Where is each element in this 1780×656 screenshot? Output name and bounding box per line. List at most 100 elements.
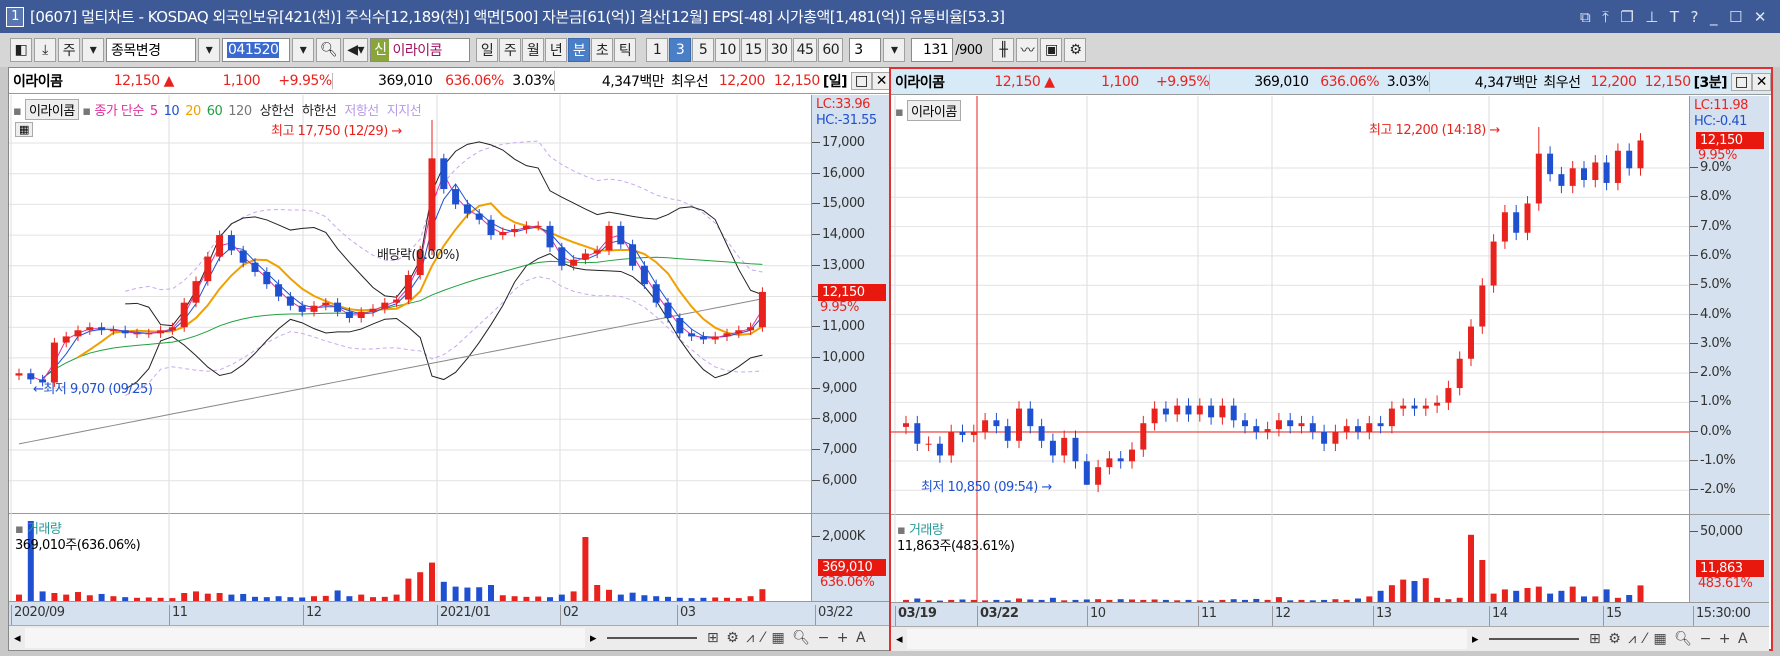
period-button[interactable]: 초 — [591, 38, 614, 62]
zoom-fit-icon[interactable]: ⊞ — [1589, 631, 1601, 647]
chevron-down-icon[interactable]: ▾ — [198, 38, 220, 62]
scroll-left-icon[interactable]: ◂ — [891, 632, 907, 647]
stock-code-input[interactable]: 041520 — [222, 38, 290, 62]
layout-icon[interactable]: ◧ — [10, 38, 32, 62]
pin-top-icon[interactable]: ⤒ — [1602, 8, 1609, 26]
auto-scale-icon[interactable]: A — [856, 630, 866, 646]
zoom-in-icon[interactable]: + — [1719, 631, 1731, 647]
chevron-down-icon[interactable]: ▾ — [82, 38, 104, 62]
interval-button[interactable]: 5 — [692, 38, 715, 62]
stock-name-field[interactable]: 신 이라이콤 — [370, 38, 471, 62]
legend-stock-name[interactable]: 이라이콤 — [24, 99, 79, 120]
legend-ma-period[interactable]: 10 — [164, 104, 180, 119]
market-select[interactable]: 주 — [58, 38, 80, 62]
maximize-pane-icon[interactable]: □ — [851, 71, 872, 90]
zoom-out-icon[interactable]: − — [818, 630, 830, 646]
period-button[interactable]: 주 — [499, 38, 522, 62]
period-button[interactable]: 월 — [522, 38, 545, 62]
gear-icon[interactable]: ⚙ — [1064, 38, 1087, 62]
zoom-slider[interactable] — [1489, 638, 1579, 640]
stock-change-select[interactable]: 종목변경 — [106, 38, 196, 62]
magnifier-icon[interactable]: 🔍︎ — [1674, 631, 1692, 647]
pin-icon[interactable]: ⊥ — [1645, 8, 1658, 26]
interval-button[interactable]: 10 — [715, 38, 740, 62]
zoom-slider[interactable] — [607, 637, 697, 639]
chevron-down-icon[interactable]: ▾ — [292, 38, 314, 62]
legend-ma-period[interactable]: 20 — [185, 104, 201, 119]
copy-icon[interactable]: ❐ — [1620, 8, 1633, 26]
volume-bar — [429, 562, 435, 601]
zoom-in-icon[interactable]: + — [837, 630, 849, 646]
draw-icon[interactable]: ⁄ — [762, 630, 764, 646]
scroll-right-icon[interactable]: ▸ — [585, 631, 601, 646]
period-button[interactable]: 분 — [568, 38, 591, 62]
close-pane-icon[interactable]: ✕ — [1751, 72, 1771, 91]
legend-ma-period[interactable]: 5 — [150, 104, 158, 119]
price-chart[interactable] — [891, 96, 1689, 514]
legend-resist[interactable]: 저항선 — [344, 104, 379, 119]
volume-chart[interactable] — [891, 514, 1689, 602]
zoom-out-icon[interactable]: − — [1700, 631, 1712, 647]
draw-icon[interactable]: ⁄ — [1644, 631, 1646, 647]
period-button[interactable]: 틱 — [614, 38, 637, 62]
current-rate-tag: 9.95% — [820, 299, 859, 315]
candle-body — [581, 253, 589, 260]
speaker-icon[interactable]: ◀▾ — [343, 38, 369, 62]
interval-button[interactable]: 45 — [792, 38, 818, 62]
count-combo[interactable]: 3 — [849, 38, 882, 62]
legend-ma-period[interactable]: 120 — [228, 104, 252, 119]
candle-add-icon[interactable]: ╫ — [992, 38, 1015, 62]
candle-body — [1637, 140, 1644, 169]
indicator-icon[interactable]: ⩘ — [1628, 631, 1636, 647]
gear-icon[interactable]: ⚙ — [726, 630, 739, 646]
chart-scrollbar[interactable]: ◂ ▸ ⊞ ⚙ ⩘ ⁄ ▦ 🔍︎ − + A — [9, 625, 891, 650]
interval-button[interactable]: 3 — [669, 38, 692, 62]
candle-body — [1242, 420, 1248, 427]
indicator-icon[interactable]: ⩘ — [746, 630, 754, 646]
chart-scrollbar[interactable]: ◂ ▸ ⊞ ⚙ ⩘ ⁄ ▦ 🔍︎ − + A — [891, 626, 1769, 651]
y-tick-label: 1.0% — [1690, 394, 1732, 409]
restore-icon[interactable]: ⧉ — [1580, 8, 1591, 26]
scroll-right-icon[interactable]: ▸ — [1467, 632, 1483, 647]
price-chart[interactable] — [9, 95, 811, 513]
interval-button[interactable]: 30 — [766, 38, 792, 62]
interval-button[interactable]: 15 — [740, 38, 766, 62]
scroll-left-icon[interactable]: ◂ — [9, 631, 25, 646]
indicator-add-icon[interactable]: 〰 — [1016, 38, 1039, 62]
scroll-track[interactable] — [907, 629, 1467, 649]
auto-scale-icon[interactable]: A — [1738, 631, 1748, 647]
maximize-icon[interactable]: ☐ — [1729, 8, 1742, 26]
candle-body — [1264, 429, 1271, 432]
help-icon[interactable]: ? — [1691, 8, 1699, 26]
period-button[interactable]: 일 — [476, 38, 499, 62]
price-axis[interactable]: LC:33.96 HC:-31.55 17,000 16,000 15,000 14,00… — [811, 95, 892, 601]
candle-body — [1106, 458, 1113, 468]
period-button[interactable]: 년 — [545, 38, 568, 62]
close-icon[interactable]: ✕ — [1754, 8, 1767, 26]
gear-icon[interactable]: ⚙ — [1608, 631, 1621, 647]
print-icon[interactable]: ▦ — [772, 630, 785, 646]
legend-lower[interactable]: 하한선 — [302, 104, 337, 119]
legend-ma-period[interactable]: 60 — [207, 104, 223, 119]
maximize-pane-icon[interactable]: □ — [1731, 72, 1752, 91]
search-icon[interactable]: 🔍︎ — [316, 38, 342, 62]
chevron-down-icon[interactable]: ▾ — [883, 38, 906, 62]
font-icon[interactable]: T — [1670, 8, 1679, 26]
volume-chart[interactable] — [9, 513, 811, 601]
print-icon[interactable]: ▦ — [1654, 631, 1667, 647]
download-icon[interactable]: ⤓ — [34, 38, 56, 62]
scroll-track[interactable] — [25, 628, 585, 648]
save-icon[interactable]: ▣ — [1040, 38, 1063, 62]
interval-button[interactable]: 60 — [818, 38, 844, 62]
zoom-fit-icon[interactable]: ⊞ — [707, 630, 719, 646]
minimize-icon[interactable]: _ — [1710, 8, 1718, 26]
legend-upper[interactable]: 상한선 — [260, 104, 295, 119]
count-input[interactable]: 131 — [911, 38, 954, 62]
legend-stock-name[interactable]: 이라이콤 — [906, 100, 961, 121]
price-axis[interactable]: LC:11.98 HC:-0.41 9.0% 8.0% 7.0% 6.0% 5.0% 4.0%… — [1689, 96, 1770, 602]
magnifier-icon[interactable]: 🔍︎ — [792, 630, 810, 646]
table-icon[interactable]: ▦ — [15, 122, 33, 137]
legend-marker-icon: ▪ — [78, 104, 95, 119]
interval-button[interactable]: 1 — [646, 38, 669, 62]
legend-support[interactable]: 지지선 — [387, 104, 422, 119]
